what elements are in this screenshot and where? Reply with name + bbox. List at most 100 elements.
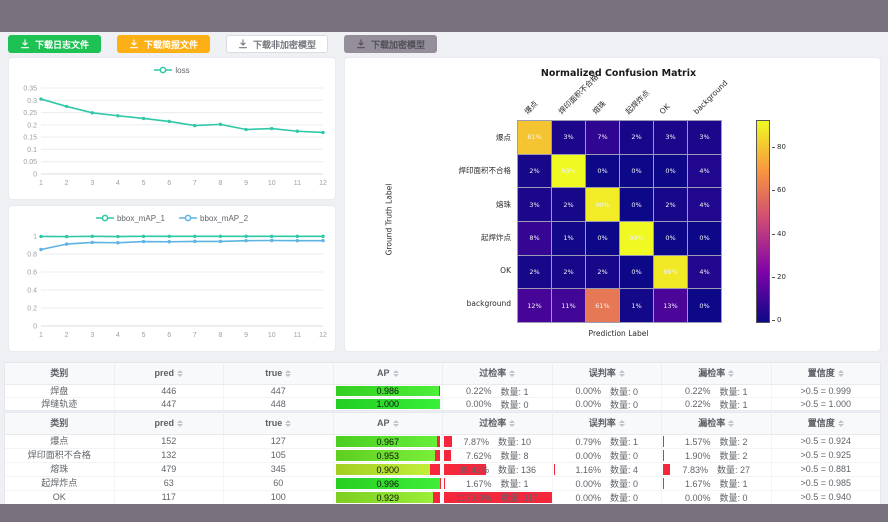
- svg-text:0.3: 0.3: [27, 98, 37, 105]
- legend-item-bbox_mAP_1[interactable]: bbox_mAP_1: [96, 214, 165, 223]
- sort-icon[interactable]: [393, 370, 399, 377]
- column-header-pred[interactable]: pred: [115, 363, 225, 384]
- ap-cell: 0.900: [334, 463, 444, 476]
- caret-down-icon: [393, 374, 399, 377]
- rate-count: 数量: 1: [501, 477, 529, 490]
- svg-text:5: 5: [142, 332, 146, 339]
- column-header-label: 过检率: [479, 368, 506, 378]
- svg-text:0.05: 0.05: [23, 159, 37, 166]
- rate-count: 数量: 2: [720, 435, 748, 448]
- heatmap-cell: 0%: [586, 222, 619, 255]
- heatmap-col-label: 熔珠: [590, 99, 607, 116]
- misjudge-rate-cell: 1.16%数量: 4: [553, 463, 663, 476]
- column-header-AP[interactable]: AP: [334, 413, 444, 434]
- heatmap-cell: 2%: [552, 188, 585, 221]
- download-button-2[interactable]: 下载简报文件: [117, 35, 210, 53]
- svg-text:3: 3: [90, 180, 94, 187]
- svg-text:0.8: 0.8: [27, 252, 37, 259]
- true-count-cell: 447: [224, 385, 334, 397]
- caret-up-icon: [509, 370, 515, 373]
- column-header-label: 漏检率: [698, 368, 725, 378]
- ap-bar: 0.953: [336, 450, 441, 461]
- legend-item-bbox_mAP_2[interactable]: bbox_mAP_2: [179, 214, 248, 223]
- svg-text:9: 9: [244, 180, 248, 187]
- sort-icon[interactable]: [838, 370, 844, 377]
- ap-value: 0.986: [336, 386, 441, 396]
- sort-icon[interactable]: [838, 420, 844, 427]
- column-header-置信度[interactable]: 置信度: [772, 413, 881, 434]
- svg-text:10: 10: [268, 332, 276, 339]
- heatmap-row-label: 起焊炸点: [405, 232, 511, 243]
- heatmap-cell: 13%: [654, 289, 687, 322]
- svg-text:1: 1: [39, 332, 43, 339]
- legend-label: bbox_mAP_2: [200, 214, 248, 223]
- legend-label: bbox_mAP_1: [117, 214, 165, 223]
- sort-icon[interactable]: [509, 370, 515, 377]
- download-button-3[interactable]: 下载非加密模型: [226, 35, 328, 53]
- column-header-置信度[interactable]: 置信度: [772, 363, 881, 384]
- column-header-true[interactable]: true: [224, 413, 334, 434]
- caret-down-icon: [177, 374, 183, 377]
- svg-text:0.6: 0.6: [27, 270, 37, 277]
- column-header-漏检率[interactable]: 漏检率: [662, 363, 772, 384]
- download-button-1[interactable]: 下载日志文件: [8, 35, 101, 53]
- rate-count: 数量: 136: [498, 463, 536, 476]
- rate-count: 数量: 1: [720, 385, 748, 398]
- sort-icon[interactable]: [619, 420, 625, 427]
- column-header-label: 置信度: [808, 368, 835, 378]
- sort-icon[interactable]: [728, 370, 734, 377]
- rate-value: 0.00%: [575, 479, 601, 489]
- pred-count-cell: 446: [115, 385, 225, 397]
- heatmap-col-label: background: [692, 78, 730, 116]
- rate-value: 0.79%: [575, 437, 601, 447]
- sort-icon[interactable]: [285, 370, 291, 377]
- heatmap-cell: 2%: [552, 256, 585, 289]
- column-header-误判率[interactable]: 误判率: [553, 413, 663, 434]
- sort-icon[interactable]: [509, 420, 515, 427]
- heatmap-cell: 8%: [518, 222, 551, 255]
- column-header-漏检率[interactable]: 漏检率: [662, 413, 772, 434]
- rate-value: 1.67%: [466, 479, 492, 489]
- column-header-pred[interactable]: pred: [115, 413, 225, 434]
- confidence-cell: >0.5 = 0.925: [772, 449, 881, 462]
- column-header-label: 误判率: [589, 368, 616, 378]
- miss-rate-cell: 1.57%数量: 2: [662, 435, 772, 448]
- sort-icon[interactable]: [393, 420, 399, 427]
- rate-text: 0.00%数量: 0: [662, 491, 771, 504]
- svg-text:1: 1: [33, 234, 37, 241]
- true-count-cell: 60: [224, 477, 334, 490]
- ap-value: 0.900: [336, 464, 441, 475]
- line-chart: 00.20.40.60.81123456789101112: [11, 228, 333, 346]
- rate-value: 39.42%: [458, 465, 489, 475]
- column-header-误判率[interactable]: 误判率: [553, 363, 663, 384]
- sort-icon[interactable]: [177, 370, 183, 377]
- sort-icon[interactable]: [285, 420, 291, 427]
- legend-item-loss[interactable]: loss: [154, 66, 189, 75]
- caret-down-icon: [838, 374, 844, 377]
- sort-icon[interactable]: [728, 420, 734, 427]
- overdetect-rate-cell: 39.42% 数量: 136: [443, 463, 553, 476]
- svg-text:3: 3: [90, 332, 94, 339]
- column-header-过检率[interactable]: 过检率: [443, 413, 553, 434]
- rate-count: 数量: 0: [501, 398, 529, 411]
- heatmap-cell: 81%: [518, 121, 551, 154]
- rate-count: 数量: 4: [610, 463, 638, 476]
- sort-icon[interactable]: [619, 370, 625, 377]
- misjudge-rate-cell: 0.00%数量: 0: [553, 385, 663, 397]
- svg-text:10: 10: [268, 180, 276, 187]
- caret-up-icon: [177, 420, 183, 423]
- class-name-cell: OK: [5, 491, 115, 504]
- heatmap-row-label: OK: [405, 266, 511, 275]
- download-button-4[interactable]: 下载加密模型: [344, 35, 437, 53]
- column-header-AP[interactable]: AP: [334, 363, 444, 384]
- overdetect-rate-cell: 0.22%数量: 1: [443, 385, 553, 397]
- ap-value: 1.000: [336, 399, 441, 409]
- ap-cell: 0.996: [334, 477, 444, 490]
- toolbar: 下载日志文件下载简报文件下载非加密模型下载加密模型: [8, 35, 437, 53]
- rate-text: 1.67% 数量: 1: [443, 477, 552, 490]
- column-header-过检率[interactable]: 过检率: [443, 363, 553, 384]
- column-header-true[interactable]: true: [224, 363, 334, 384]
- rate-text: 0.22%数量: 1: [662, 398, 771, 410]
- sort-icon[interactable]: [177, 420, 183, 427]
- heatmap-title: Normalized Confusion Matrix: [489, 68, 749, 79]
